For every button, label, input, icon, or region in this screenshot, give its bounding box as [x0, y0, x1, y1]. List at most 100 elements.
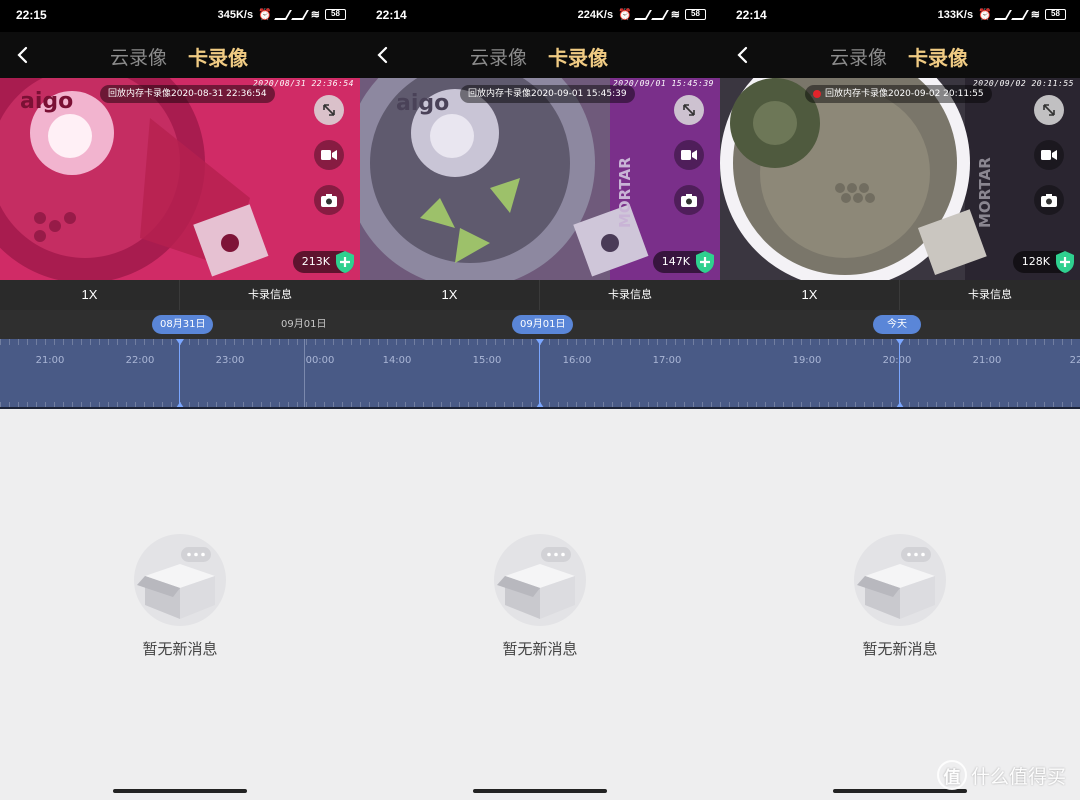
cursor-marker-top	[896, 339, 904, 345]
date-selector: 09月01日	[360, 310, 720, 339]
timeline-label: 14:00	[382, 355, 412, 366]
tab-card-recording[interactable]: 卡录像	[908, 42, 968, 71]
phone-screen-2: 22:14 224K/s ⏰ ≋ 58 云录像 卡录像 aigo MORTAR …	[360, 0, 720, 800]
status-icons: 224K/s ⏰ ≋ 58	[578, 8, 706, 21]
phone-screen-3: 22:14 133K/s ⏰ ≋ 58 云录像 卡录像 MORTAR 2020/…	[720, 0, 1080, 800]
timeline-scrubber[interactable]: 19:00 20:00 21:00 22	[720, 339, 1080, 408]
status-bar: 22:14 133K/s ⏰ ≋ 58	[720, 0, 1080, 32]
fullscreen-button[interactable]	[674, 95, 704, 125]
watermark: 值 什么值得买	[936, 760, 1066, 790]
alarm-icon: ⏰	[978, 9, 992, 21]
bitrate-value: 147K	[661, 255, 690, 268]
speed-button[interactable]: 1X	[0, 280, 180, 310]
empty-box-icon	[854, 534, 946, 626]
battery-icon: 58	[1045, 9, 1066, 20]
video-camera-icon	[681, 150, 697, 160]
timeline-scrubber[interactable]: 21:00 22:00 23:00 00:00	[0, 339, 360, 408]
snapshot-button[interactable]	[674, 185, 704, 215]
back-icon[interactable]	[734, 45, 752, 65]
timeline-label: 20:00	[882, 355, 912, 366]
playback-label: 回放内存卡录像2020-09-02 20:11:55	[805, 85, 992, 103]
expand-icon	[323, 104, 335, 116]
snapshot-button[interactable]	[1034, 185, 1064, 215]
alarm-icon: ⏰	[258, 9, 272, 21]
signal-icon	[993, 9, 1012, 20]
video-frame: aigo MORTAR	[360, 78, 720, 280]
timeline-cursor[interactable]	[899, 339, 900, 408]
status-time: 22:14	[376, 8, 407, 22]
empty-box-icon	[134, 534, 226, 626]
status-bar: 22:15 345K/s ⏰ ≋ 58	[0, 0, 360, 32]
timeline-scrubber[interactable]: 14:00 15:00 16:00 17:00	[360, 339, 720, 408]
signal-icon	[273, 9, 292, 20]
expand-icon	[1043, 104, 1055, 116]
date-chip-today[interactable]: 今天	[873, 315, 921, 334]
tab-cloud-recording[interactable]: 云录像	[470, 43, 527, 70]
signal-icon	[290, 9, 309, 20]
empty-message: 暂无新消息	[502, 640, 578, 658]
card-info-button[interactable]: 卡录信息	[540, 280, 720, 310]
snapshot-button[interactable]	[314, 185, 344, 215]
video-camera-icon	[1041, 150, 1057, 160]
timeline-cursor[interactable]	[179, 339, 180, 408]
date-next[interactable]: 09月01日	[281, 315, 326, 334]
timeline-cursor[interactable]	[539, 339, 540, 408]
card-info-button[interactable]: 卡录信息	[900, 280, 1080, 310]
net-speed: 345K/s	[217, 8, 254, 21]
signal-icon	[633, 9, 652, 20]
video-player[interactable]: MORTAR 2020/09/02 20:11:55 回放内存卡录像2020-0…	[720, 78, 1080, 280]
wifi-icon: ≋	[670, 9, 680, 21]
message-area: 暂无新消息	[720, 409, 1080, 800]
status-bar: 22:14 224K/s ⏰ ≋ 58	[360, 0, 720, 32]
svg-text:MORTAR: MORTAR	[616, 157, 634, 228]
tab-cloud-recording[interactable]: 云录像	[110, 43, 167, 70]
top-nav: 云录像 卡录像	[720, 32, 1080, 78]
status-time: 22:15	[16, 8, 47, 22]
speed-button[interactable]: 1X	[720, 280, 900, 310]
home-indicator[interactable]	[473, 789, 607, 793]
home-indicator[interactable]	[113, 789, 247, 793]
bitrate-badge: 213K	[292, 251, 354, 273]
screenshot-collage: 22:15 345K/s ⏰ ≋ 58 云录像 卡录像 aigo 2020/08…	[0, 0, 1080, 800]
card-info-button[interactable]: 卡录信息	[180, 280, 360, 310]
video-camera-icon	[321, 150, 337, 160]
watermark-logo: 值	[936, 760, 967, 790]
back-icon[interactable]	[374, 45, 392, 65]
back-icon[interactable]	[14, 45, 32, 65]
watermark-text: 什么值得买	[970, 765, 1066, 788]
record-button[interactable]	[674, 140, 704, 170]
top-nav: 云录像 卡录像	[360, 32, 720, 78]
svg-text:aigo: aigo	[396, 91, 449, 116]
tab-card-recording[interactable]: 卡录像	[548, 42, 608, 71]
video-player[interactable]: aigo 2020/08/31 22:36:54 回放内存卡录像2020-08-…	[0, 78, 360, 280]
playback-label-text: 回放内存卡录像2020-08-31 22:36:54	[108, 89, 267, 99]
fullscreen-button[interactable]	[314, 95, 344, 125]
bitrate-value: 128K	[1021, 255, 1050, 268]
recording-dot-icon	[813, 90, 821, 98]
status-icons: 345K/s ⏰ ≋ 58	[218, 8, 346, 21]
tab-card-recording[interactable]: 卡录像	[188, 42, 248, 71]
timeline-label: 00:00	[305, 355, 335, 366]
timeline-label: 21:00	[35, 355, 65, 366]
record-button[interactable]	[314, 140, 344, 170]
date-chip-active[interactable]: 09月01日	[512, 315, 574, 334]
record-button[interactable]	[1034, 140, 1064, 170]
date-chip-active[interactable]: 08月31日	[152, 315, 214, 334]
date-selector: 今天	[720, 310, 1080, 339]
fullscreen-button[interactable]	[1034, 95, 1064, 125]
camera-icon	[1041, 193, 1057, 207]
tab-cloud-recording[interactable]: 云录像	[830, 43, 887, 70]
timeline-label: 17:00	[652, 355, 682, 366]
timeline-label: 22	[1069, 355, 1080, 366]
timeline-label: 23:00	[215, 355, 245, 366]
timeline-label: 16:00	[562, 355, 592, 366]
message-area: 暂无新消息	[0, 409, 360, 800]
camera-icon	[681, 193, 697, 207]
speed-button[interactable]: 1X	[360, 280, 540, 310]
signal-icon	[1010, 9, 1029, 20]
shield-plus-icon	[336, 251, 354, 273]
playback-label: 回放内存卡录像2020-09-01 15:45:39	[460, 85, 635, 103]
timeline-label: 19:00	[792, 355, 822, 366]
video-player[interactable]: aigo MORTAR 2020/09/01 15:45:39 回放内存卡录像2…	[360, 78, 720, 280]
wifi-icon: ≋	[310, 9, 320, 21]
